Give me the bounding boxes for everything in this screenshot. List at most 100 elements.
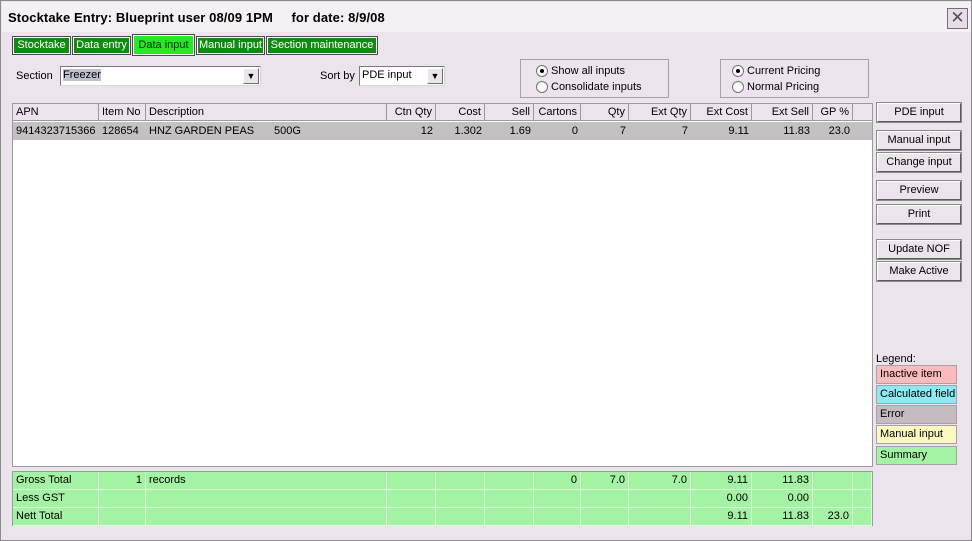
- cost-cell: 1.302: [454, 125, 482, 137]
- ext-sell-cell: 11.83: [783, 125, 810, 137]
- tab-section-maintenance[interactable]: Section maintenance: [266, 36, 378, 55]
- sort-select[interactable]: PDE input ▼: [359, 66, 445, 86]
- nett-total-ext-cost: 9.11: [691, 508, 752, 526]
- radio-unselected-icon: [732, 81, 744, 94]
- nett-total-ext-qty: [629, 508, 691, 526]
- apn-cell: 9414323715366: [16, 125, 96, 137]
- qty-cell: 7: [619, 125, 626, 137]
- table-row[interactable]: 9414323715366 128654 HNZ GARDEN PEAS 500…: [13, 122, 872, 140]
- less-gst-label: Less GST: [13, 490, 99, 508]
- pricing-group: Current Pricing Normal Pricing: [720, 59, 869, 98]
- chevron-down-icon[interactable]: ▼: [427, 68, 443, 84]
- cartons-cell: 0: [571, 125, 578, 137]
- column-header-sell[interactable]: Sell: [485, 104, 534, 121]
- sort-label: Sort by: [320, 70, 355, 82]
- stock-grid[interactable]: APN Item No Description Ctn Qty Cost Sel…: [12, 103, 873, 467]
- nett-total-cartons: [534, 508, 581, 526]
- tab-data-input[interactable]: Data input: [132, 34, 195, 56]
- gross-total-ext-cost: 9.11: [691, 472, 752, 490]
- size-cell: 500G: [274, 125, 301, 137]
- less-gst-qty: [581, 490, 629, 508]
- column-header-description[interactable]: Description: [146, 104, 387, 121]
- radio-consolidate-inputs[interactable]: Consolidate inputs: [536, 81, 642, 94]
- less-gst-ctn-qty: [387, 490, 436, 508]
- column-header-ext-sell[interactable]: Ext Sell: [752, 104, 813, 121]
- make-active-button[interactable]: Make Active: [876, 261, 962, 282]
- less-gst-spacer: [853, 490, 872, 508]
- less-gst-ext-cost: 0.00: [691, 490, 752, 508]
- nett-total-cost: [436, 508, 485, 526]
- sort-value: PDE input: [362, 69, 412, 81]
- print-button[interactable]: Print: [876, 204, 962, 225]
- title-bar: Stocktake Entry: Blueprint user 08/09 1P…: [2, 2, 971, 32]
- less-gst-row: Less GST 0.00 0.00: [13, 490, 872, 508]
- nett-total-ext-sell: 11.83: [752, 508, 813, 526]
- less-gst-cartons: [534, 490, 581, 508]
- gross-total-ctn-qty: [387, 472, 436, 490]
- legend-inactive-item: Inactive item: [876, 365, 957, 384]
- radio-show-all-inputs[interactable]: Show all inputs: [536, 65, 625, 78]
- nett-total-gp: 23.0: [813, 508, 853, 526]
- nett-total-qty: [581, 508, 629, 526]
- gross-total-spacer: [853, 472, 872, 490]
- less-gst-sell: [485, 490, 534, 508]
- nett-total-spacer: [853, 508, 872, 526]
- column-header-cartons[interactable]: Cartons: [534, 104, 581, 121]
- tab-manual-input[interactable]: Manual input: [196, 36, 265, 55]
- window-title: Stocktake Entry: Blueprint user 08/09 1P…: [8, 10, 385, 25]
- column-header-ext-cost[interactable]: Ext Cost: [691, 104, 752, 121]
- radio-current-pricing[interactable]: Current Pricing: [732, 65, 820, 78]
- preview-button[interactable]: Preview: [876, 180, 962, 201]
- column-header-qty[interactable]: Qty: [581, 104, 629, 121]
- less-gst-gp: [813, 490, 853, 508]
- section-value: Freezer: [63, 69, 101, 81]
- gross-total-count: 1: [99, 472, 146, 490]
- gross-total-gp: [813, 472, 853, 490]
- column-header-gp[interactable]: GP %: [813, 104, 853, 121]
- update-nof-button[interactable]: Update NOF: [876, 239, 962, 260]
- totals-panel: Gross Total 1 records 0 7.0 7.0 9.11 11.…: [12, 471, 873, 526]
- stocktake-window: Stocktake Entry: Blueprint user 08/09 1P…: [0, 0, 972, 541]
- input-mode-group: Show all inputs Consolidate inputs: [520, 59, 669, 98]
- ext-cost-cell: 9.11: [728, 125, 749, 137]
- column-header-ctn-qty[interactable]: Ctn Qty: [387, 104, 436, 121]
- description-cell: HNZ GARDEN PEAS: [149, 125, 255, 137]
- gp-cell: 23.0: [828, 125, 850, 137]
- column-header-item-no[interactable]: Item No: [99, 104, 146, 121]
- legend-title: Legend:: [876, 353, 916, 365]
- gross-total-qty: 7.0: [581, 472, 629, 490]
- radio-selected-icon: [536, 65, 548, 78]
- tab-stocktake[interactable]: Stocktake: [12, 36, 71, 55]
- nett-total-description: [146, 508, 387, 526]
- gross-total-sell: [485, 472, 534, 490]
- gross-total-row: Gross Total 1 records 0 7.0 7.0 9.11 11.…: [13, 472, 872, 490]
- legend-calculated-field: Calculated field: [876, 385, 957, 404]
- nett-total-count: [99, 508, 146, 526]
- manual-input-button[interactable]: Manual input: [876, 130, 962, 151]
- column-header-apn[interactable]: APN: [13, 104, 99, 121]
- nett-total-ctn-qty: [387, 508, 436, 526]
- radio-normal-pricing[interactable]: Normal Pricing: [732, 81, 819, 94]
- section-select[interactable]: Freezer ▼: [60, 66, 261, 86]
- less-gst-cost: [436, 490, 485, 508]
- legend-error: Error: [876, 405, 957, 424]
- gross-total-cartons: 0: [534, 472, 581, 490]
- column-header-ext-qty[interactable]: Ext Qty: [629, 104, 691, 121]
- tab-data-entry[interactable]: Data entry: [72, 36, 131, 55]
- radio-selected-icon: [732, 65, 744, 78]
- close-icon[interactable]: ✕: [947, 8, 968, 29]
- gross-total-ext-sell: 11.83: [752, 472, 813, 490]
- gross-total-ext-qty: 7.0: [629, 472, 691, 490]
- change-input-button[interactable]: Change input: [876, 152, 962, 173]
- ext-qty-cell: 7: [681, 125, 688, 137]
- legend-manual-input: Manual input: [876, 425, 957, 444]
- chevron-down-icon[interactable]: ▼: [243, 68, 259, 84]
- less-gst-ext-qty: [629, 490, 691, 508]
- item-no-cell: 128654: [102, 125, 139, 137]
- sell-cell: 1.69: [509, 125, 531, 137]
- pde-input-button[interactable]: PDE input: [876, 102, 962, 123]
- column-header-cost[interactable]: Cost: [436, 104, 485, 121]
- nett-total-sell: [485, 508, 534, 526]
- less-gst-description: [146, 490, 387, 508]
- nett-total-row: Nett Total 9.11 11.83 23.0: [13, 508, 872, 526]
